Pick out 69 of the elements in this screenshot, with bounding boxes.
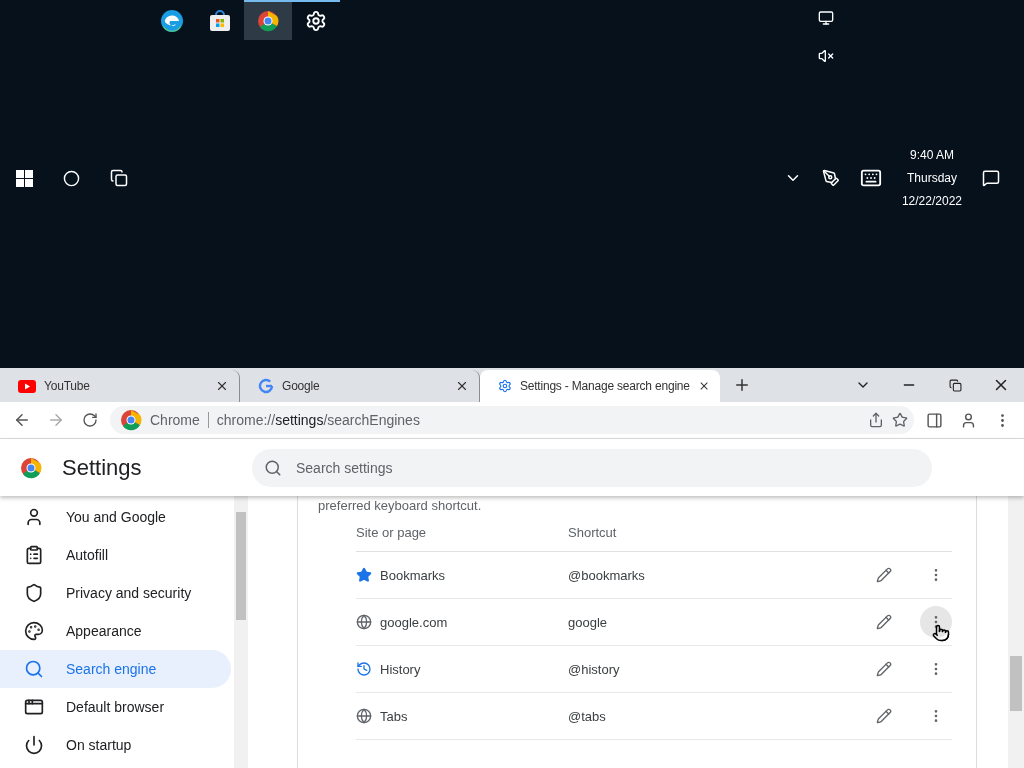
keyboard-icon[interactable]	[859, 167, 882, 189]
sidebar-item[interactable]: Search engine	[0, 650, 231, 688]
bookmark-star-icon[interactable]	[892, 412, 908, 428]
table-cell: google.com	[380, 614, 448, 630]
plus-icon[interactable]	[733, 376, 751, 394]
restore-icon[interactable]	[948, 378, 962, 392]
table-cell: History	[380, 661, 421, 677]
sidebar-item[interactable]: You and Google	[0, 498, 231, 536]
sidebar-item[interactable]: Autofill	[0, 536, 231, 574]
taskbar-app-button[interactable]	[244, 0, 292, 40]
sidebar-item[interactable]: Appearance	[0, 612, 231, 650]
store-bag-icon	[208, 9, 232, 33]
scrollbar[interactable]	[1008, 496, 1024, 768]
table-cell: Tabs	[380, 708, 408, 724]
gear-icon	[305, 10, 327, 32]
search-icon	[264, 458, 282, 477]
edge-logo-icon	[160, 9, 184, 33]
table-cell: @tabs	[568, 708, 606, 724]
speaker-muted-icon[interactable]	[818, 48, 834, 64]
task-view-icon[interactable]	[110, 169, 128, 187]
share-icon[interactable]	[868, 412, 884, 428]
windows-logo-icon[interactable]	[16, 169, 33, 187]
table-cell: @history	[568, 661, 620, 677]
table-cell: Bookmarks	[380, 567, 446, 583]
globe-icon	[356, 708, 372, 724]
pencil-icon[interactable]	[876, 661, 892, 677]
pencil-icon[interactable]	[876, 708, 892, 724]
sidebar-item[interactable]: On startup	[0, 726, 231, 764]
history-icon	[356, 661, 372, 677]
globe-icon	[356, 614, 372, 630]
g-logo-icon	[258, 378, 274, 394]
side-panel-icon[interactable]	[925, 411, 943, 429]
close-icon[interactable]	[215, 379, 229, 393]
gear-icon	[498, 378, 512, 394]
chrome-logo-icon	[120, 409, 142, 431]
network-icon[interactable]	[818, 10, 834, 26]
palette-icon	[24, 621, 44, 641]
column-header: Shortcut	[568, 524, 617, 540]
back-icon[interactable]	[13, 411, 31, 429]
chrome-logo-icon	[20, 456, 42, 479]
taskbar-clock[interactable]: 9:40 AM Thursday 12/22/2022	[901, 148, 962, 208]
sidebar-item[interactable]: Privacy and security	[0, 574, 231, 612]
browser-tab[interactable]: Settings - Manage search engine	[480, 370, 720, 402]
pen-icon[interactable]	[821, 169, 840, 187]
table-cell: @bookmarks	[568, 567, 645, 583]
close-icon[interactable]	[455, 379, 469, 393]
window-icon	[24, 697, 44, 717]
table-cell: google	[568, 614, 608, 630]
reload-icon[interactable]	[82, 412, 98, 428]
scrollbar[interactable]	[234, 496, 248, 768]
column-header: Site or page	[356, 524, 427, 540]
chrome-logo-icon	[257, 10, 279, 32]
power-icon	[24, 735, 44, 755]
hand-cursor-icon	[932, 624, 950, 642]
description-text: preferred keyboard shortcut.	[318, 497, 483, 513]
star-icon	[356, 567, 372, 583]
shield-icon	[24, 583, 44, 603]
pencil-icon[interactable]	[876, 567, 892, 583]
clipboard-icon	[24, 545, 44, 565]
page-title: Settings	[62, 454, 143, 481]
pencil-icon[interactable]	[876, 614, 892, 630]
play-logo-icon	[18, 379, 36, 393]
address-bar[interactable]: Chrome chrome://settings/searchEngines	[110, 406, 914, 434]
search-icon	[24, 659, 44, 679]
search-field[interactable]: Search settings	[252, 448, 932, 487]
sidebar-item[interactable]: Default browser	[0, 688, 231, 726]
circle-icon[interactable]	[63, 169, 80, 187]
person-icon	[24, 507, 44, 527]
notification-icon[interactable]	[982, 169, 1000, 187]
